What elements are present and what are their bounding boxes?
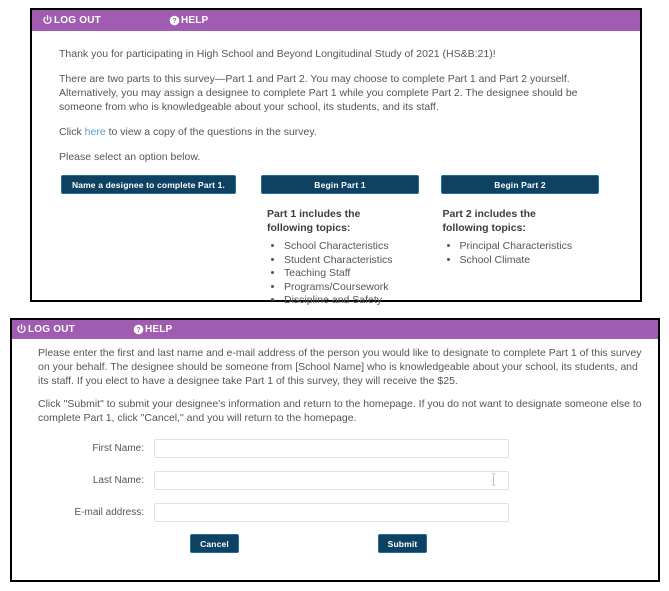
email-row: E-mail address:: [52, 502, 648, 522]
help-label: HELP: [180, 15, 209, 26]
email-input[interactable]: [154, 503, 509, 522]
two-parts-paragraph: There are two parts to this survey—Part …: [59, 73, 578, 113]
first-name-input-wrap: [154, 438, 509, 458]
submit-button[interactable]: Submit: [378, 534, 427, 553]
question-circle-icon: ?: [169, 15, 180, 26]
home-content: Thank you for participating in High Scho…: [32, 31, 640, 308]
log-out-label: LOG OUT: [54, 15, 101, 26]
first-name-label: First Name:: [92, 442, 144, 454]
form-actions: Cancel Submit: [52, 534, 648, 553]
help-label: HELP: [144, 324, 173, 335]
designee-intro-paragraph: Please enter the first and last name and…: [38, 347, 642, 387]
part-2-topics-heading: Part 2 includes the following topics:: [442, 208, 536, 234]
designee-panel: LOG OUT ? HELP Please enter the first an…: [10, 318, 660, 582]
list-item: Programs/Coursework: [284, 281, 443, 295]
svg-text:?: ?: [172, 18, 176, 25]
part-1-topics: Part 1 includes the following topics: Sc…: [267, 208, 443, 308]
list-item: Principal Characteristics: [460, 240, 619, 254]
log-out-button[interactable]: LOG OUT: [16, 324, 75, 335]
click-prefix-text: Click: [59, 126, 85, 138]
first-name-input[interactable]: [154, 439, 509, 458]
part-1-topics-list: School Characteristics Student Character…: [267, 240, 443, 308]
designee-form: First Name: Last Name: E-mail address: C…: [52, 438, 648, 553]
begin-part-2-button[interactable]: Begin Part 2: [441, 175, 599, 194]
list-item: Discipline and Safety: [284, 294, 443, 308]
home-button-row: Name a designee to complete Part 1. Begi…: [59, 175, 618, 194]
help-button[interactable]: ? HELP: [133, 324, 172, 335]
question-circle-icon: ?: [133, 324, 144, 335]
email-label: E-mail address:: [74, 506, 144, 518]
list-item: School Characteristics: [284, 240, 443, 254]
thanks-paragraph: Thank you for participating in High Scho…: [59, 48, 496, 60]
log-out-button[interactable]: LOG OUT: [42, 15, 101, 26]
cancel-button[interactable]: Cancel: [190, 534, 239, 553]
part-1-topics-heading: Part 1 includes the following topics:: [267, 208, 361, 234]
select-option-paragraph: Please select an option below.: [59, 151, 201, 163]
help-button[interactable]: ? HELP: [169, 15, 208, 26]
home-panel: LOG OUT ? HELP Thank you for participati…: [30, 8, 642, 306]
last-name-input-wrap: [154, 470, 509, 490]
list-item: Teaching Staff: [284, 267, 443, 281]
part-2-topics-list: Principal Characteristics School Climate: [443, 240, 619, 267]
questions-copy-paragraph: Click here to view a copy of the questio…: [59, 125, 618, 139]
survey-questions-link[interactable]: here: [85, 126, 106, 138]
email-input-wrap: [154, 502, 509, 522]
part-2-topics: Part 2 includes the following topics: Pr…: [443, 208, 619, 308]
name-a-designee-button[interactable]: Name a designee to complete Part 1.: [61, 175, 236, 194]
click-suffix-text: to view a copy of the questions in the s…: [105, 126, 317, 138]
first-name-row: First Name:: [52, 438, 648, 458]
power-icon: [42, 15, 53, 26]
svg-text:?: ?: [136, 327, 140, 334]
list-item: Student Characteristics: [284, 254, 443, 268]
designee-appbar: LOG OUT ? HELP: [12, 320, 658, 339]
power-icon: [16, 324, 27, 335]
home-appbar: LOG OUT ? HELP: [32, 10, 640, 31]
list-item: School Climate: [460, 254, 619, 268]
begin-part-1-button[interactable]: Begin Part 1: [261, 175, 419, 194]
last-name-row: Last Name:: [52, 470, 648, 490]
topics-row: Part 1 includes the following topics: Sc…: [267, 208, 618, 308]
designee-submit-info-paragraph: Click "Submit" to submit your designee's…: [38, 398, 642, 424]
last-name-input[interactable]: [154, 471, 509, 490]
last-name-label: Last Name:: [92, 474, 144, 486]
designee-content: Please enter the first and last name and…: [12, 339, 658, 553]
log-out-label: LOG OUT: [28, 324, 75, 335]
